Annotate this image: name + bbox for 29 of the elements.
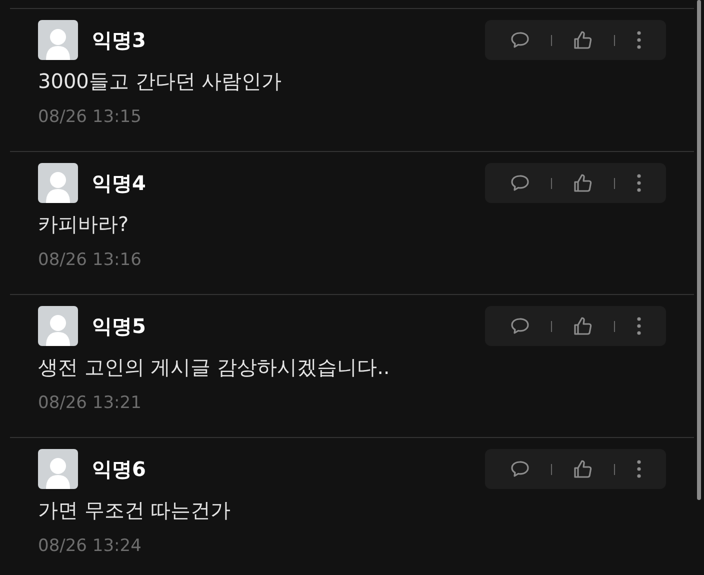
like-button[interactable] <box>572 173 592 193</box>
like-button[interactable] <box>572 316 592 336</box>
author-name: 익명3 <box>92 26 146 54</box>
comment-time: 08/26 13:21 <box>38 393 142 413</box>
more-button[interactable] <box>636 173 642 193</box>
reply-button[interactable] <box>510 317 530 335</box>
comment-text: 3000들고 간다던 사람인가 <box>38 68 283 95</box>
avatar-icon <box>38 20 78 60</box>
like-button[interactable] <box>572 459 592 479</box>
comment-time: 08/26 13:16 <box>38 250 142 270</box>
avatar-icon <box>38 449 78 489</box>
reply-button[interactable] <box>510 460 530 478</box>
like-button[interactable] <box>572 30 592 50</box>
comment-time: 08/26 13:15 <box>38 107 142 127</box>
more-button[interactable] <box>636 30 642 50</box>
author-name: 익명6 <box>92 456 146 482</box>
scrollbar[interactable] <box>697 0 701 500</box>
comment-time: 08/26 13:24 <box>38 536 142 556</box>
avatar-icon <box>38 306 78 346</box>
comment-text: 가면 무조건 따는건가 <box>38 497 232 524</box>
avatar-icon <box>38 163 78 203</box>
author-name: 익명5 <box>92 312 146 340</box>
comment-text: 카피바라? <box>38 211 130 238</box>
reply-button[interactable] <box>510 31 530 49</box>
author-name: 익명4 <box>92 170 146 196</box>
more-button[interactable] <box>636 316 642 336</box>
more-button[interactable] <box>636 459 642 479</box>
reply-button[interactable] <box>510 174 530 192</box>
comment-text: 생전 고인의 게시글 감상하시겠습니다.. <box>38 354 391 381</box>
